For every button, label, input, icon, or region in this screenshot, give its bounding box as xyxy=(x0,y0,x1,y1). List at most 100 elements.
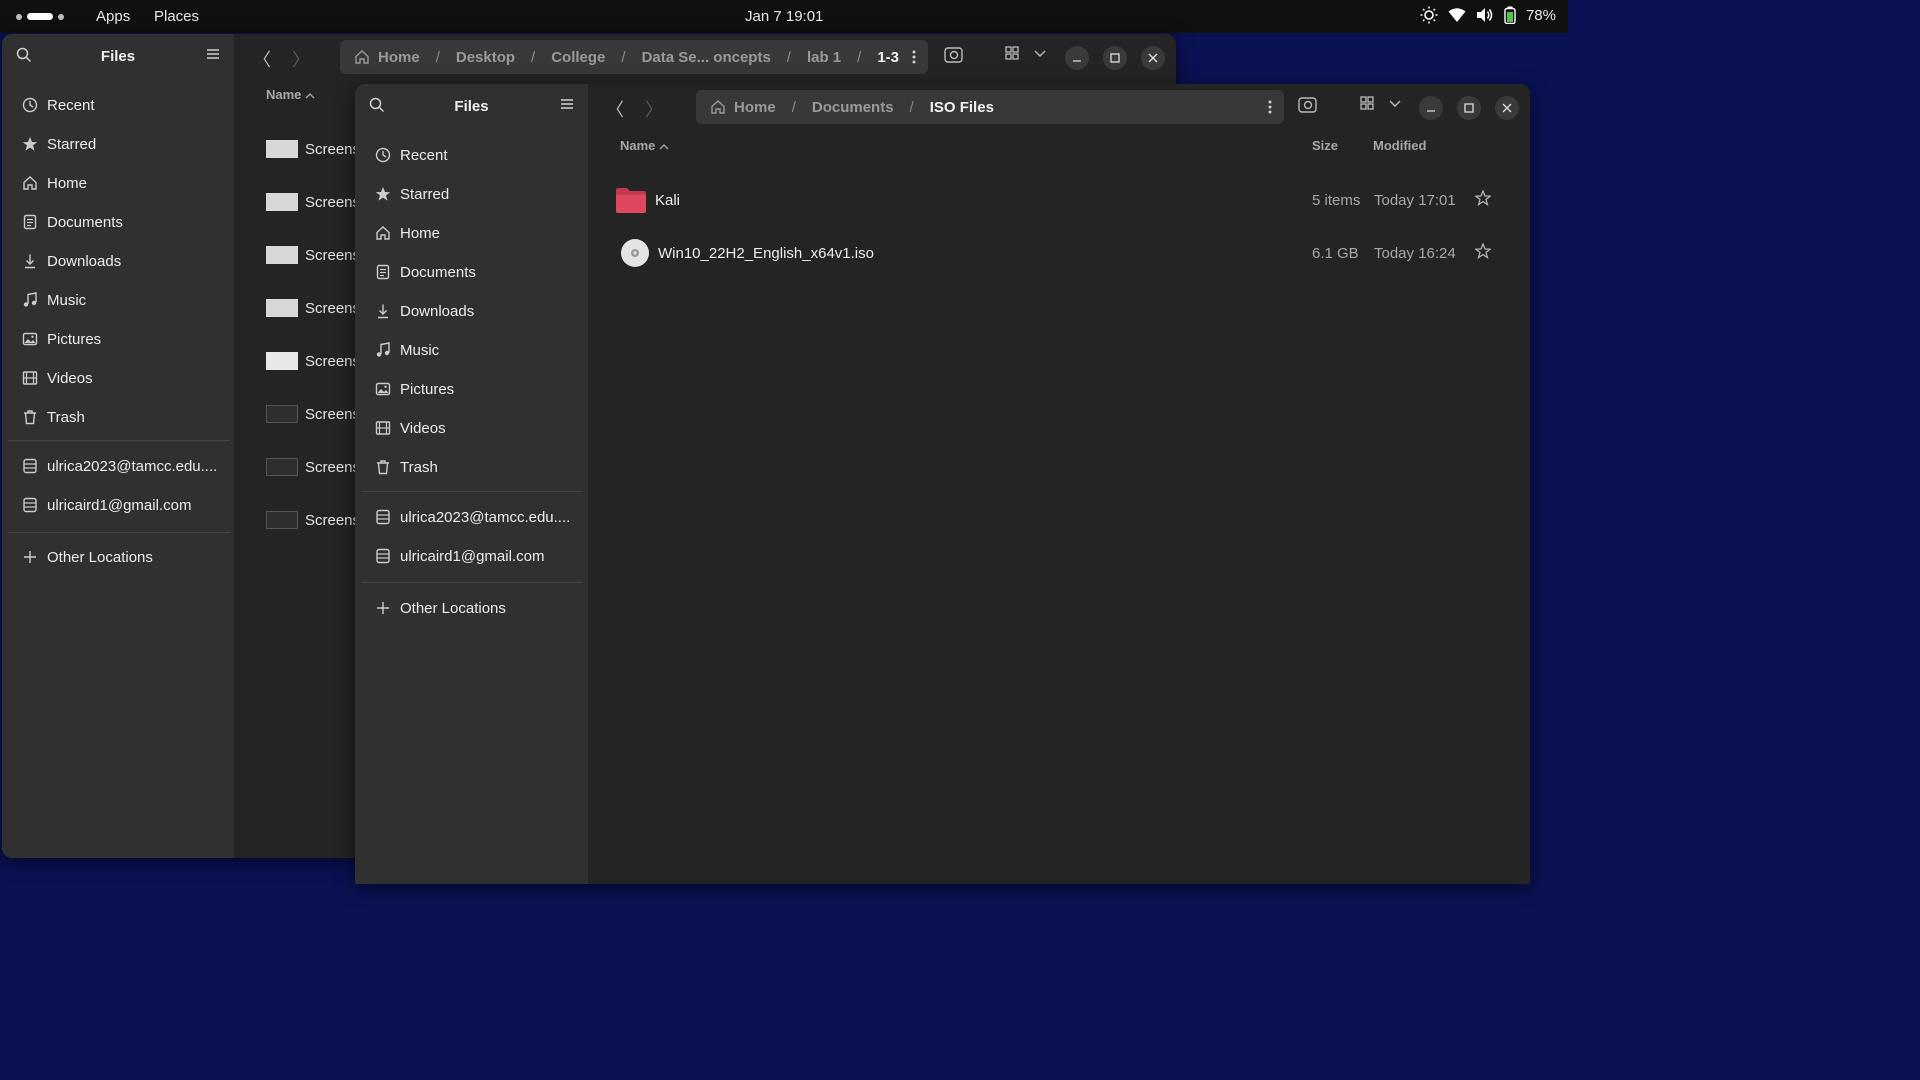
file-name: Screens xyxy=(305,299,361,317)
breadcrumb-item[interactable]: College xyxy=(549,49,607,66)
sidebar-item-music[interactable]: Music xyxy=(2,284,86,316)
sidebar-item-trash[interactable]: Trash xyxy=(2,401,85,433)
grid-view-icon[interactable] xyxy=(1005,46,1019,60)
sidebar-item-account[interactable]: ulricaird1@gmail.com xyxy=(2,489,191,521)
back-arrow-icon[interactable]: 〈 xyxy=(253,46,271,72)
sidebar-item-home[interactable]: Home xyxy=(355,217,440,249)
workspace-indicator[interactable] xyxy=(16,13,64,20)
sidebar-item-other-locations[interactable]: Other Locations xyxy=(2,541,153,573)
maximize-button[interactable] xyxy=(1457,96,1481,120)
battery-percentage: 78% xyxy=(1525,6,1556,24)
sidebar-item-recent[interactable]: Recent xyxy=(355,139,448,171)
places-menu[interactable]: Places xyxy=(154,8,199,25)
sidebar-item-starred[interactable]: Starred xyxy=(355,178,449,210)
apps-menu[interactable]: Apps xyxy=(96,8,130,25)
file-row[interactable]: Screens xyxy=(266,452,360,482)
disc-image-icon xyxy=(620,238,650,268)
breadcrumb-item-current[interactable]: ISO Files xyxy=(928,99,996,116)
file-name: Screens xyxy=(305,405,361,423)
column-header-name[interactable]: Name xyxy=(266,87,315,102)
sidebar-item-label: ulrica2023@tamcc.edu.... xyxy=(47,457,218,475)
sidebar-item-videos[interactable]: Videos xyxy=(2,362,93,394)
sidebar-item-label: ulricaird1@gmail.com xyxy=(47,496,192,514)
home-icon xyxy=(710,99,726,115)
download-icon xyxy=(374,302,392,320)
system-tray[interactable]: 78% xyxy=(1420,6,1556,24)
picture-icon xyxy=(374,380,392,398)
column-header-size[interactable]: Size xyxy=(1312,138,1338,153)
sidebar-item-downloads[interactable]: Downloads xyxy=(355,295,474,327)
sidebar-item-recent[interactable]: Recent xyxy=(2,89,95,121)
music-note-icon xyxy=(21,291,39,309)
image-thumbnail xyxy=(266,140,298,158)
search-files-icon[interactable] xyxy=(944,46,964,64)
back-arrow-icon[interactable]: 〈 xyxy=(606,96,624,122)
search-files-icon[interactable] xyxy=(1298,96,1318,114)
file-row[interactable]: Win10_22H2_English_x64v1.iso 6.1 GB Toda… xyxy=(620,228,1510,278)
sidebar-item-home[interactable]: Home xyxy=(2,167,87,199)
sidebar-item-label: Recent xyxy=(47,96,95,114)
brightness-icon xyxy=(1420,6,1438,24)
file-row[interactable]: Screens xyxy=(266,134,360,164)
minimize-button[interactable] xyxy=(1419,96,1443,120)
breadcrumb-item-current[interactable]: 1-3 xyxy=(875,49,901,66)
grid-view-icon[interactable] xyxy=(1360,96,1374,110)
breadcrumb-item[interactable]: Home xyxy=(376,49,422,66)
close-button[interactable] xyxy=(1495,96,1519,120)
file-row[interactable]: Screens xyxy=(266,187,360,217)
breadcrumb-item[interactable]: Desktop xyxy=(454,49,517,66)
breadcrumb: Home / Documents / ISO Files xyxy=(696,90,1284,124)
files-window-front[interactable]: Files Recent Starred Home Documents Down… xyxy=(355,84,1530,884)
sidebar-item-downloads[interactable]: Downloads xyxy=(2,245,121,277)
star-outline-icon[interactable] xyxy=(1474,189,1492,210)
sidebar-item-videos[interactable]: Videos xyxy=(355,412,446,444)
sidebar-item-label: ulricaird1@gmail.com xyxy=(400,547,545,565)
hamburger-menu-icon[interactable] xyxy=(206,47,220,66)
chevron-down-icon[interactable] xyxy=(1034,50,1046,58)
image-thumbnail xyxy=(266,511,298,529)
sidebar-item-trash[interactable]: Trash xyxy=(355,451,438,483)
sidebar-separator xyxy=(8,440,230,441)
minimize-button[interactable] xyxy=(1065,46,1089,70)
file-row[interactable]: Screens xyxy=(266,346,360,376)
sidebar-item-pictures[interactable]: Pictures xyxy=(355,373,454,405)
music-note-icon xyxy=(374,341,392,359)
breadcrumb-item[interactable]: Data Se... oncepts xyxy=(640,49,773,66)
maximize-button[interactable] xyxy=(1103,46,1127,70)
sidebar-item-starred[interactable]: Starred xyxy=(2,128,96,160)
sidebar-item-music[interactable]: Music xyxy=(355,334,439,366)
more-options-icon[interactable] xyxy=(912,49,916,69)
document-icon xyxy=(21,213,39,231)
file-row[interactable]: Screens xyxy=(266,505,360,535)
hamburger-menu-icon[interactable] xyxy=(560,97,574,116)
home-icon xyxy=(354,49,370,65)
sidebar-item-other-locations[interactable]: Other Locations xyxy=(355,592,506,624)
home-icon xyxy=(21,174,39,192)
column-header-modified[interactable]: Modified xyxy=(1373,138,1426,153)
file-size: 5 items xyxy=(1312,191,1361,209)
more-options-icon[interactable] xyxy=(1268,99,1272,119)
clock-icon xyxy=(21,96,39,114)
file-row[interactable]: Screens xyxy=(266,240,360,270)
breadcrumb-item[interactable]: lab 1 xyxy=(805,49,843,66)
column-header-name[interactable]: Name xyxy=(620,138,669,153)
forward-arrow-icon[interactable]: 〉 xyxy=(645,96,663,122)
file-row[interactable]: Kali 5 items Today 17:01 xyxy=(615,175,1510,225)
star-outline-icon[interactable] xyxy=(1474,242,1492,263)
close-button[interactable] xyxy=(1141,46,1165,70)
forward-arrow-icon[interactable]: 〉 xyxy=(292,46,310,72)
chevron-down-icon[interactable] xyxy=(1389,100,1401,108)
sidebar-item-label: Pictures xyxy=(400,380,455,398)
clock[interactable]: Jan 7 19:01 xyxy=(745,8,823,25)
sidebar-item-account[interactable]: ulrica2023@tamcc.edu.... xyxy=(2,450,217,482)
file-row[interactable]: Screens xyxy=(266,293,360,323)
sidebar-item-account[interactable]: ulrica2023@tamcc.edu.... xyxy=(355,501,570,533)
file-row[interactable]: Screens xyxy=(266,399,360,429)
breadcrumb-item[interactable]: Home xyxy=(732,99,778,116)
breadcrumb-item[interactable]: Documents xyxy=(810,99,896,116)
sidebar-item-account[interactable]: ulricaird1@gmail.com xyxy=(355,540,544,572)
sidebar-item-documents[interactable]: Documents xyxy=(2,206,123,238)
sidebar-item-documents[interactable]: Documents xyxy=(355,256,476,288)
file-modified: Today 17:01 xyxy=(1374,191,1456,209)
sidebar-item-pictures[interactable]: Pictures xyxy=(2,323,101,355)
